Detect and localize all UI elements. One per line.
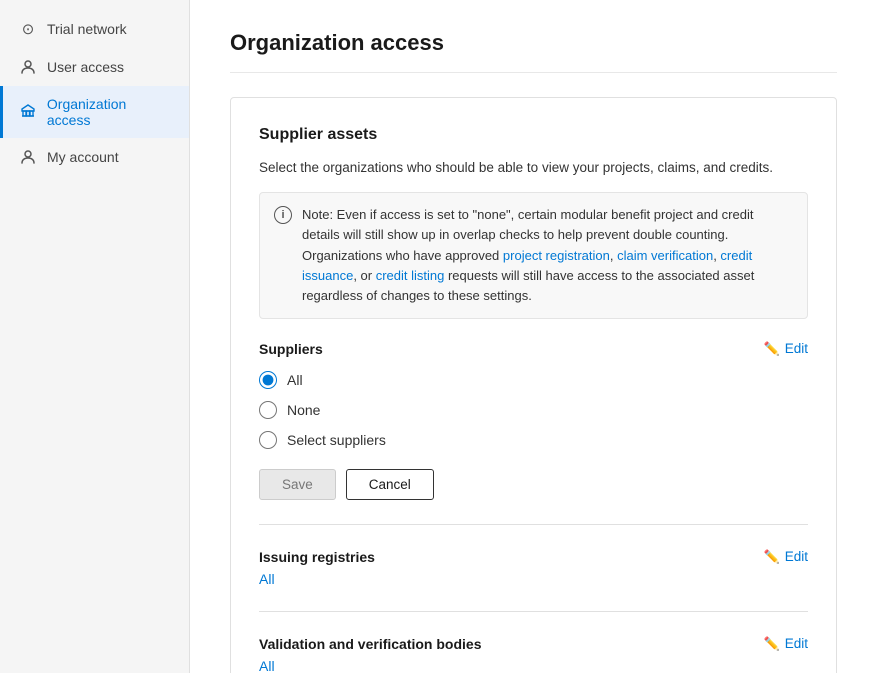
sidebar: ⊙ Trial network User access Organization… (0, 0, 190, 673)
supplier-assets-section: Supplier assets Select the organizations… (259, 126, 808, 500)
sidebar-item-trial-network[interactable]: ⊙ Trial network (0, 10, 189, 48)
trial-network-icon: ⊙ (19, 20, 37, 38)
supplier-assets-title: Supplier assets (259, 126, 808, 144)
issuing-registries-section: Issuing registries ✏️ Edit All (259, 549, 808, 587)
sidebar-item-my-account[interactable]: My account (0, 138, 189, 176)
edit-pencil-icon-2: ✏️ (764, 549, 780, 565)
divider-2 (259, 611, 808, 612)
sidebar-item-label: User access (47, 59, 124, 75)
issuing-registries-edit-button[interactable]: ✏️ Edit (764, 549, 808, 565)
suppliers-edit-label: Edit (785, 341, 808, 356)
validation-edit-button[interactable]: ✏️ Edit (764, 636, 808, 652)
validation-label: Validation and verification bodies (259, 636, 482, 652)
radio-select[interactable] (259, 431, 277, 449)
organization-access-card: Supplier assets Select the organizations… (230, 97, 837, 673)
sidebar-item-organization-access[interactable]: Organization access (0, 86, 189, 138)
my-account-icon (19, 148, 37, 166)
suppliers-edit-button[interactable]: ✏️ Edit (764, 341, 808, 357)
organization-access-icon (19, 103, 37, 121)
issuing-registries-edit-label: Edit (785, 549, 808, 564)
issuing-registries-value: All (259, 571, 275, 587)
edit-pencil-icon-3: ✏️ (764, 636, 780, 652)
validation-row: Validation and verification bodies ✏️ Ed… (259, 636, 808, 652)
issuing-registries-label: Issuing registries (259, 549, 375, 565)
radio-all-text: All (287, 372, 303, 388)
info-icon: i (274, 206, 292, 224)
cancel-button[interactable]: Cancel (346, 469, 434, 500)
issuing-registries-row: Issuing registries ✏️ Edit (259, 549, 808, 565)
suppliers-label: Suppliers (259, 341, 323, 357)
user-access-icon (19, 58, 37, 76)
page-title: Organization access (230, 30, 837, 73)
sidebar-item-label: My account (47, 149, 119, 165)
note-box: i Note: Even if access is set to "none",… (259, 192, 808, 319)
supplier-radio-group: All None Select suppliers (259, 371, 808, 449)
validation-edit-label: Edit (785, 636, 808, 651)
sidebar-item-label: Trial network (47, 21, 127, 37)
note-text: Note: Even if access is set to "none", c… (302, 205, 793, 306)
radio-none[interactable] (259, 401, 277, 419)
suppliers-row: Suppliers ✏️ Edit (259, 341, 808, 357)
sidebar-item-label: Organization access (47, 96, 173, 128)
radio-all-label[interactable]: All (259, 371, 808, 389)
main-content: Organization access Supplier assets Sele… (190, 0, 877, 673)
validation-value: All (259, 658, 275, 673)
radio-none-label[interactable]: None (259, 401, 808, 419)
sidebar-item-user-access[interactable]: User access (0, 48, 189, 86)
supplier-assets-description: Select the organizations who should be a… (259, 158, 808, 178)
radio-all[interactable] (259, 371, 277, 389)
validation-section: Validation and verification bodies ✏️ Ed… (259, 636, 808, 673)
radio-select-label[interactable]: Select suppliers (259, 431, 808, 449)
radio-select-text: Select suppliers (287, 432, 386, 448)
divider-1 (259, 524, 808, 525)
save-button[interactable]: Save (259, 469, 336, 500)
radio-none-text: None (287, 402, 320, 418)
action-buttons: Save Cancel (259, 469, 808, 500)
edit-pencil-icon: ✏️ (764, 341, 780, 357)
